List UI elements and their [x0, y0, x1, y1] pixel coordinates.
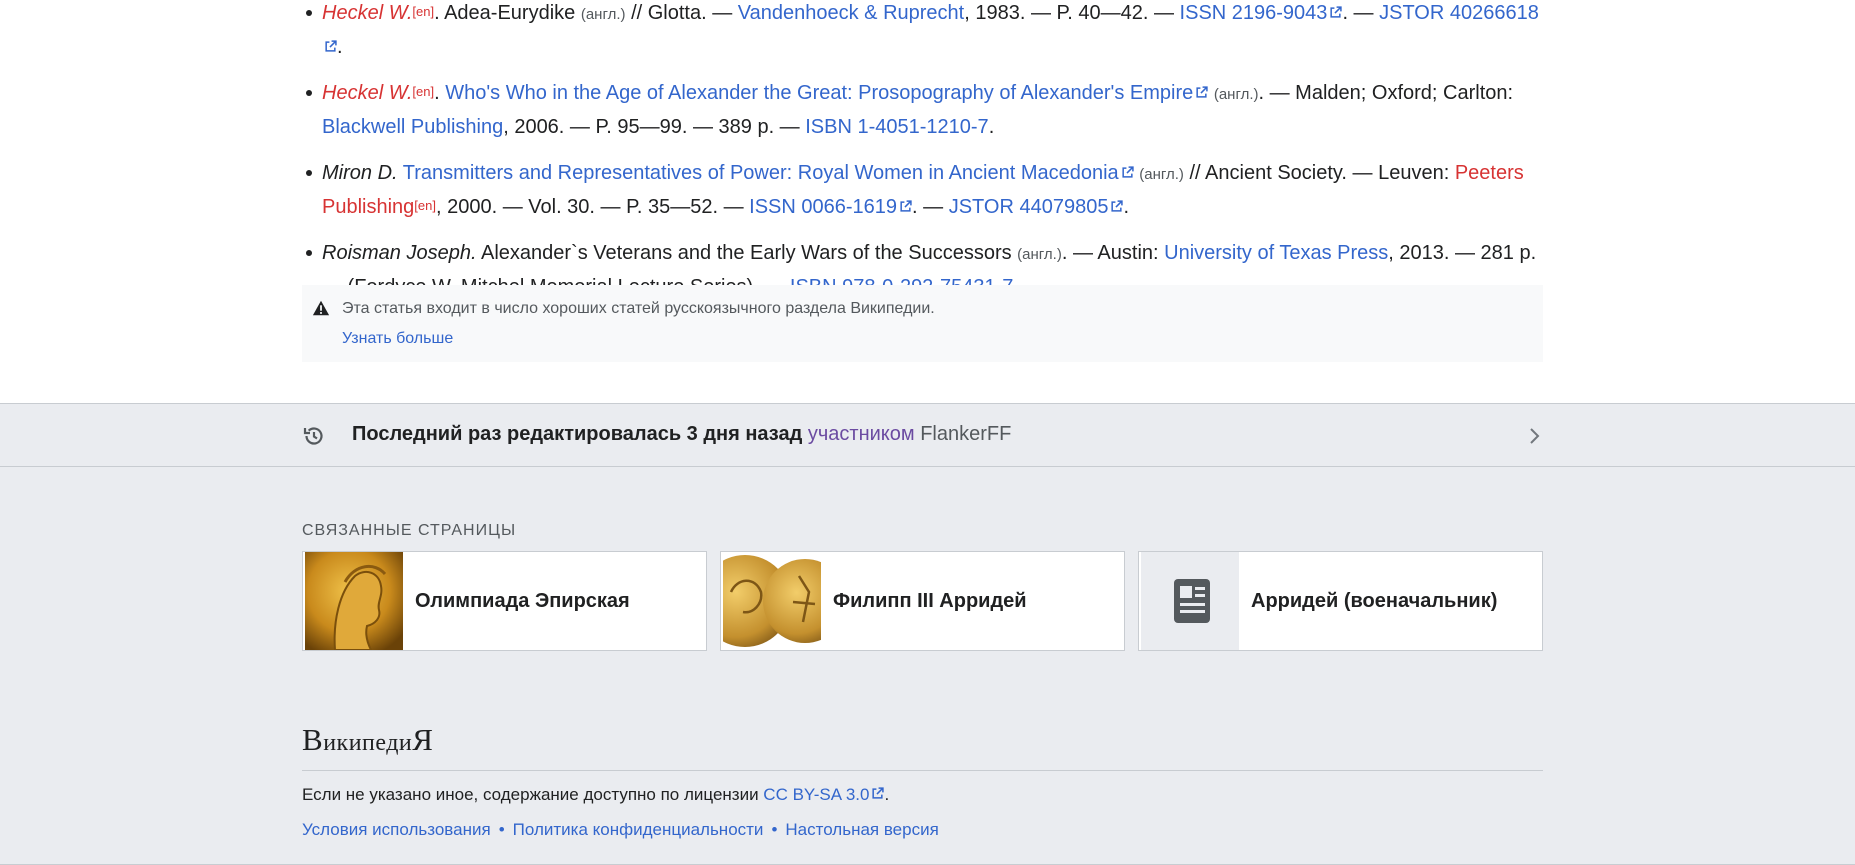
external-link-icon [872, 787, 885, 799]
related-card-title: Арридей (военачальник) [1251, 590, 1498, 612]
footer-links: Условия использования • Политика конфиденц… [302, 820, 939, 840]
external-link-icon [1122, 166, 1134, 178]
ref-text: . Adea-Eurydike [434, 2, 581, 24]
ref-text: . [1123, 196, 1130, 218]
license-link[interactable]: CC BY-SA 3.0 [763, 785, 885, 804]
title-link[interactable]: Transmitters and Representatives of Powe… [403, 162, 1134, 184]
ref-text: . [434, 82, 446, 104]
chevron-right-icon [1530, 428, 1540, 444]
interwiki-en-link[interactable]: [en] [414, 198, 436, 213]
ref-text: Alexander`s Veterans and the Early Wars … [476, 242, 1018, 264]
lang-label: (англ.) [1139, 166, 1184, 183]
related-card[interactable]: Олимпиада Эпирская [302, 551, 707, 651]
article-icon [1141, 552, 1239, 650]
ref-text: , 1983. — P. 40—42. — [964, 2, 1180, 24]
footer-divider [302, 770, 1543, 771]
terms-of-use-link[interactable]: Условия использования [302, 820, 491, 839]
issn-link[interactable]: ISSN 0066-1619 [749, 196, 912, 218]
last-edited-bar[interactable]: Последний раз редактировалась 3 дня наза… [0, 403, 1855, 467]
publisher-link[interactable]: Vandenhoeck & Ruprecht [738, 2, 964, 24]
references-list: Heckel W.[en]. Adea-Eurydike (англ.) // … [302, 0, 1542, 304]
ref-text: , 2006. — P. 95—99. — 389 p. — [503, 116, 806, 138]
external-link-icon [1330, 6, 1343, 18]
related-card-title: Филипп III Арридей [833, 590, 1027, 612]
ref-text: // Glotta. — [625, 2, 738, 24]
author-name: Miron D. [322, 162, 398, 184]
publisher-link[interactable]: University of Texas Press [1164, 242, 1388, 264]
ref-text: . — [1342, 2, 1380, 24]
author-name: Roisman Joseph. [322, 242, 477, 264]
lang-label: (англ.) [580, 6, 626, 23]
related-card[interactable]: Арридей (военачальник) [1138, 551, 1543, 651]
good-article-notice: Эта статья входит в число хороших статей… [302, 285, 1543, 362]
publisher-link[interactable]: Blackwell Publishing [322, 116, 503, 138]
wikipedia-wordmark[interactable]: ВикипедиЯ [302, 722, 433, 758]
lang-label: (англ.) [1213, 86, 1259, 103]
ref-text: . — [912, 196, 949, 218]
external-link-icon [1111, 200, 1124, 212]
ref-text: . [988, 116, 995, 138]
by-user-label: участником [807, 423, 915, 445]
ref-text: , 2000. — Vol. 30. — P. 35—52. — [435, 196, 750, 218]
external-link-icon [900, 200, 912, 212]
footer-area: СВЯЗАННЫЕ СТРАНИЦЫ Олимпиада Эпирская Фи… [0, 467, 1855, 865]
jstor-link[interactable]: JSTOR 44079805 [949, 196, 1124, 218]
interwiki-en-link[interactable]: [en] [412, 84, 434, 99]
warning-icon [312, 300, 330, 316]
two-gold-coins-thumbnail [723, 552, 821, 650]
isbn-link[interactable]: ISBN 1-4051-1210-7 [805, 116, 988, 138]
author-link[interactable]: Heckel W. [322, 82, 412, 104]
ref-text: . — Austin: [1061, 242, 1165, 264]
history-icon [303, 427, 323, 445]
related-card[interactable]: Филипп III Арридей [720, 551, 1125, 651]
ref-text: . — Malden; Oxford; Carlton: [1258, 82, 1514, 104]
related-pages-heading: СВЯЗАННЫЕ СТРАНИЦЫ [302, 522, 517, 539]
external-link-icon [325, 40, 337, 52]
references-section: Heckel W.[en]. Adea-Eurydike (англ.) // … [302, 0, 1542, 317]
editor-username[interactable]: FlankerFF [920, 423, 1011, 445]
separator: • [771, 820, 778, 839]
author-link[interactable]: Heckel W. [322, 2, 412, 24]
external-link-icon [1196, 86, 1208, 98]
interwiki-en-link[interactable]: [en] [412, 4, 434, 19]
reference-item: Miron D. Transmitters and Representative… [302, 157, 1542, 224]
license-notice: Если не указано иное, содержание доступн… [302, 785, 890, 804]
gold-coin-portrait-thumbnail [305, 552, 403, 650]
reference-item: Heckel W.[en]. Adea-Eurydike (англ.) // … [302, 0, 1542, 64]
last-edited-text: Последний раз редактировалась 3 дня наза… [352, 423, 1012, 445]
desktop-version-link[interactable]: Настольная версия [785, 820, 938, 839]
lang-label: (англ.) [1017, 246, 1062, 263]
related-card-title: Олимпиада Эпирская [415, 590, 630, 612]
reference-item: Heckel W.[en]. Who's Who in the Age of A… [302, 77, 1542, 144]
learn-more-link[interactable]: Узнать больше [342, 330, 453, 348]
notice-text: Эта статья входит в число хороших статей… [342, 300, 935, 317]
title-link[interactable]: Who's Who in the Age of Alexander the Gr… [445, 82, 1208, 104]
ref-text: . [337, 36, 343, 58]
separator: • [498, 820, 505, 839]
privacy-policy-link[interactable]: Политика конфиденциальности [513, 820, 764, 839]
ref-text: // Ancient Society. — Leuven: [1183, 162, 1455, 184]
issn-link[interactable]: ISSN 2196-9043 [1180, 2, 1343, 24]
